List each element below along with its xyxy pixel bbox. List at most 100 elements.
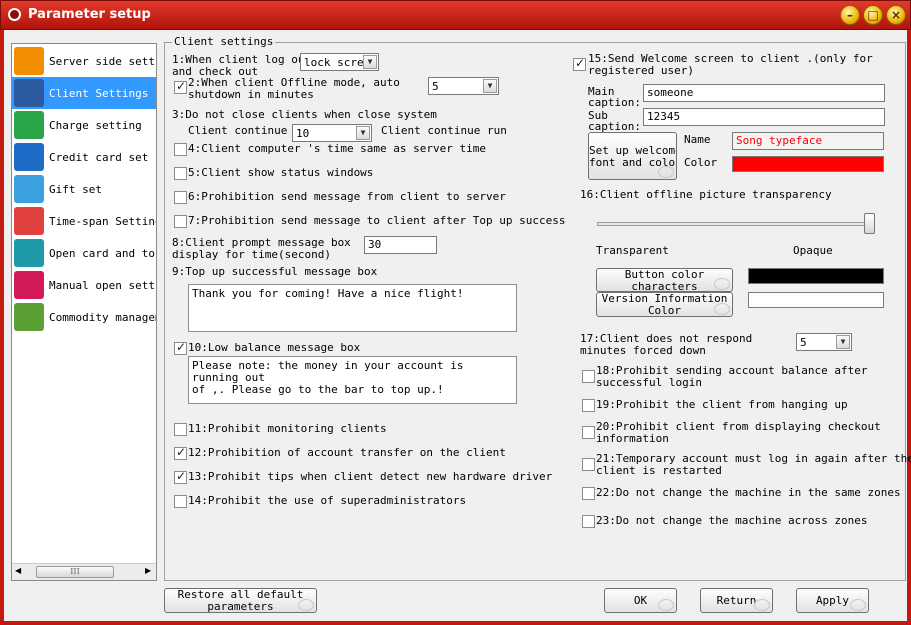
font-color-swatch[interactable] [732,156,884,172]
main-caption-label: Main caption: [588,85,641,109]
opt12-label: 12:Prohibition of account transfer on th… [188,446,506,459]
opt3-label: 3:Do not close clients when close system [172,108,437,121]
version-color-button[interactable]: Version Information Color [596,292,733,317]
opt15-label: 15:Send Welcome screen to client .(only … [588,52,873,77]
restore-defaults-button[interactable]: Restore all default parameters [164,588,317,613]
opt18-checkbox[interactable] [582,370,595,383]
button-color-button[interactable]: Button color characters [596,268,733,292]
sidebar-item[interactable]: Gift set [12,173,156,205]
prompt-time-input[interactable]: 30 [364,236,437,254]
opt20-checkbox[interactable] [582,426,595,439]
opt19-label: 19:Prohibit the client from hanging up [596,398,848,411]
opt15-checkbox[interactable] [573,56,586,71]
logout-action-select[interactable]: lock screen▼ [300,53,379,71]
return-button[interactable]: Return [700,588,773,613]
opt17-label: 17:Client does not respond minutes force… [580,332,753,357]
opt13-checkbox[interactable] [174,469,187,484]
client-continue-select[interactable]: 10 ▼ [292,124,372,142]
chevron-down-icon[interactable]: ▼ [356,126,370,140]
client-continue-run-label: Client continue run [381,124,507,137]
sidebar-item[interactable]: Open card and top up [12,237,156,269]
opt22-label: 22:Do not change the machine in the same… [596,486,901,499]
sub-caption-input[interactable]: 12345 [643,108,885,126]
opt19-checkbox[interactable] [582,399,595,412]
font-name-label: Name [684,133,711,146]
opt18-label: 18:Prohibit sending account balance afte… [596,364,868,389]
opt14-checkbox[interactable] [174,495,187,508]
opt12-checkbox[interactable] [174,445,187,460]
cart-icon [14,303,44,331]
shutdown-minutes-select[interactable]: 5 ▼ [428,77,499,95]
opt5-label: 5:Client show status windows [188,166,374,179]
opt23-checkbox[interactable] [582,515,595,528]
restore-icon[interactable]: □ [863,5,883,25]
sidebar-item-label: Commodity management [49,311,156,324]
sidebar-hscrollbar[interactable]: ◀ III ▶ [12,563,156,580]
sidebar-item-label: Server side setting [49,55,156,68]
swirl-decoration-icon [714,303,730,315]
sidebar-item[interactable]: Client Settings [12,77,156,109]
opt23-label: 23:Do not change the machine across zone… [596,514,868,527]
server-icon [14,47,44,75]
scroll-thumb[interactable]: III [36,566,114,578]
scroll-right-icon[interactable]: ▶ [145,566,151,575]
opt8-label: 8:Client prompt message box display for … [172,236,351,261]
opt5-checkbox[interactable] [174,167,187,180]
opt16-label: 16:Client offline picture transparency [580,188,832,201]
window-title: Parameter setup [28,7,151,22]
opt22-checkbox[interactable] [582,487,595,500]
swirl-decoration-icon [754,599,770,611]
opt7-label: 7:Prohibition send message to client aft… [188,214,566,227]
opt6-checkbox[interactable] [174,191,187,204]
main-caption-input[interactable]: someone [643,84,885,102]
sidebar-item[interactable]: Charge setting [12,109,156,141]
ok-button[interactable]: OK [604,588,677,613]
opt21-checkbox[interactable] [582,458,595,471]
version-color-swatch[interactable] [748,292,884,308]
charge-icon [14,111,44,139]
minimize-icon[interactable]: – [840,5,860,25]
swirl-decoration-icon [658,166,674,178]
font-color-label: Color [684,156,718,169]
opt10-checkbox[interactable] [174,340,187,355]
forced-down-minutes-select[interactable]: 5 ▼ [796,333,852,351]
transparent-label: Transparent [596,244,669,257]
swirl-decoration-icon [850,599,866,611]
hand-pointer-icon [14,271,44,299]
transparency-slider-track[interactable] [597,222,875,226]
button-color-swatch[interactable] [748,268,884,284]
opt10-label: 10:Low balance message box [188,341,361,354]
opt2-label: 2:When client Offline mode, auto shutdow… [188,76,400,101]
opt1-label: 1:When client log out and check out [172,53,311,78]
sidebar-item-label: Open card and top up [49,247,156,260]
chevron-down-icon[interactable]: ▼ [483,79,497,93]
welcome-font-button[interactable]: Set up welcome font and color [588,132,677,180]
sidebar-item[interactable]: Server side setting [12,45,156,77]
gift-icon [14,175,44,203]
sidebar-item[interactable]: Commodity management [12,301,156,333]
opt4-checkbox[interactable] [174,143,187,156]
transparency-slider-thumb[interactable] [864,213,875,234]
close-icon[interactable]: × [886,5,906,25]
swirl-decoration-icon [298,599,314,611]
opt11-label: 11:Prohibit monitoring clients [188,422,387,435]
sidebar-item[interactable]: Credit card set [12,141,156,173]
topup-message-textarea[interactable]: Thank you for coming! Have a nice flight… [188,284,517,332]
chevron-down-icon[interactable]: ▼ [363,55,377,69]
sidebar: Server side setting Client Settings Charge… [11,43,157,581]
low-balance-message-textarea[interactable]: Please note: the money in your account i… [188,356,517,404]
opt4-label: 4:Client computer 's time same as server… [188,142,487,155]
sidebar-item[interactable]: Time-span Setting [12,205,156,237]
opt11-checkbox[interactable] [174,423,187,436]
opt2-checkbox[interactable] [174,79,187,94]
scroll-left-icon[interactable]: ◀ [15,566,21,575]
apply-button[interactable]: Apply [796,588,869,613]
opt7-checkbox[interactable] [174,215,187,228]
sidebar-item[interactable]: Manual open setting [12,269,156,301]
monitor-icon [14,79,44,107]
sidebar-item-label: Manual open setting [49,279,156,292]
chevron-down-icon[interactable]: ▼ [836,335,850,349]
font-name-value: Song typeface [732,132,884,150]
sidebar-item-label: Charge setting [49,119,142,132]
group-title: Client settings [172,35,276,48]
